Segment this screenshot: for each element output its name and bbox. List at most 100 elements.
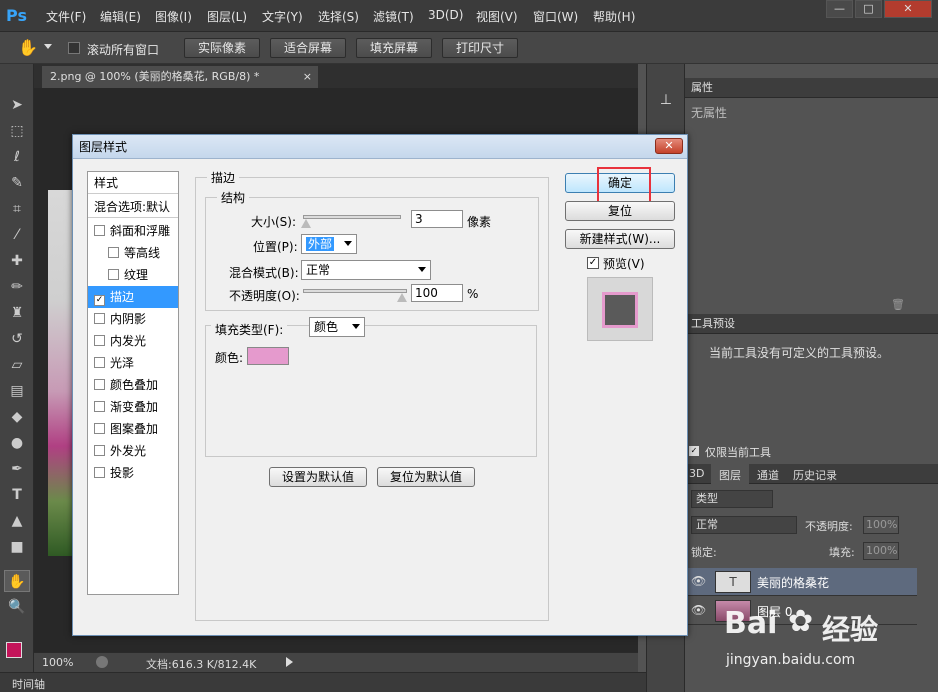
minimize-button[interactable]: — <box>826 0 853 18</box>
hand-tool-icon[interactable]: ✋ <box>4 570 30 592</box>
style-list-item[interactable]: 样式 <box>88 172 178 194</box>
set-default-button[interactable]: 设置为默认值 <box>269 467 367 487</box>
style-checkbox[interactable] <box>94 423 105 434</box>
style-checkbox[interactable] <box>108 247 119 258</box>
gradient-tool-icon[interactable]: ▤ <box>4 380 30 402</box>
brush-tool-icon[interactable]: ✏ <box>4 276 30 298</box>
layer-filter-select[interactable]: 类型 <box>691 490 773 508</box>
healing-tool-icon[interactable]: ✚ <box>4 250 30 272</box>
blend-mode-select[interactable]: 正常 <box>691 516 797 534</box>
reset-button[interactable]: 复位 <box>565 201 675 221</box>
style-list-item[interactable]: 纹理 <box>88 264 178 286</box>
menu-help[interactable]: 帮助(H) <box>593 8 635 25</box>
crop-tool-icon[interactable]: ⌗ <box>4 198 30 220</box>
close-icon[interactable]: × <box>303 66 312 88</box>
layer-name[interactable]: 美丽的格桑花 <box>757 574 829 591</box>
scroll-all-checkbox[interactable] <box>68 42 80 54</box>
style-list-item[interactable]: 光泽 <box>88 352 178 374</box>
foreground-color-swatch[interactable] <box>6 642 22 658</box>
size-field[interactable]: 3 <box>411 210 463 228</box>
style-list-item[interactable]: ✓ 描边 <box>88 286 178 308</box>
eye-icon[interactable]: 👁 <box>691 574 706 588</box>
style-checkbox[interactable] <box>94 445 105 456</box>
tab-layers[interactable]: 图层 <box>711 464 749 484</box>
maximize-button[interactable]: □ <box>855 0 882 18</box>
shape-tool-icon[interactable]: ■ <box>4 536 30 558</box>
pen-tool-icon[interactable]: ✒ <box>4 458 30 480</box>
opacity-slider-thumb[interactable] <box>397 293 407 302</box>
document-tab[interactable]: 2.png @ 100% (美丽的格桑花, RGB/8) * × <box>42 66 318 88</box>
style-checkbox[interactable] <box>108 269 119 280</box>
eyedropper-tool-icon[interactable]: ⁄ <box>4 224 30 246</box>
style-list-item[interactable]: 图案叠加 <box>88 418 178 440</box>
layer-row[interactable]: 👁 T 美丽的格桑花 <box>685 568 917 596</box>
properties-panel-title[interactable]: 属性 <box>685 78 938 98</box>
trash-icon[interactable]: 🗑 <box>891 298 905 311</box>
menu-window[interactable]: 窗口(W) <box>533 8 578 25</box>
style-checkbox[interactable] <box>94 357 105 368</box>
menu-file[interactable]: 文件(F) <box>46 8 86 25</box>
menu-3d[interactable]: 3D(D) <box>428 8 463 22</box>
style-checkbox[interactable] <box>94 401 105 412</box>
menu-type[interactable]: 文字(Y) <box>262 8 303 25</box>
style-checkbox[interactable] <box>94 335 105 346</box>
style-list-item[interactable]: 投影 <box>88 462 178 484</box>
zoom-level[interactable]: 100% <box>42 656 73 669</box>
dialog-close-button[interactable]: ✕ <box>655 138 683 154</box>
actual-pixels-button[interactable]: 实际像素 <box>184 38 260 58</box>
size-slider[interactable] <box>303 215 401 219</box>
stamp-tool-icon[interactable]: ♜ <box>4 302 30 324</box>
tool-presets-title[interactable]: 工具预设 <box>685 314 938 334</box>
new-style-button[interactable]: 新建样式(W)... <box>565 229 675 249</box>
size-slider-thumb[interactable] <box>300 219 311 228</box>
style-list-item[interactable]: 斜面和浮雕 <box>88 220 178 242</box>
fill-type-select[interactable]: 颜色 <box>309 317 365 337</box>
history-brush-icon[interactable]: ↺ <box>4 328 30 350</box>
menu-view[interactable]: 视图(V) <box>476 8 518 25</box>
blur-tool-icon[interactable]: ◆ <box>4 406 30 428</box>
chevron-down-icon[interactable] <box>44 44 52 49</box>
fit-screen-button[interactable]: 适合屏幕 <box>270 38 346 58</box>
style-list-item[interactable]: 等高线 <box>88 242 178 264</box>
marquee-tool-icon[interactable]: ⬚ <box>4 120 30 142</box>
style-checkbox[interactable] <box>94 313 105 324</box>
play-icon[interactable] <box>286 657 293 667</box>
menu-edit[interactable]: 编辑(E) <box>100 8 141 25</box>
eraser-tool-icon[interactable]: ▱ <box>4 354 30 376</box>
opacity-field[interactable]: 100 <box>411 284 463 302</box>
fill-screen-button[interactable]: 填充屏幕 <box>356 38 432 58</box>
blend-mode-select[interactable]: 正常 <box>301 260 431 280</box>
style-checkbox[interactable] <box>94 467 105 478</box>
position-select[interactable]: 外部 <box>301 234 357 254</box>
preview-checkbox[interactable]: ✓ <box>587 257 599 269</box>
reset-default-button[interactable]: 复位为默认值 <box>377 467 475 487</box>
menu-image[interactable]: 图像(I) <box>155 8 192 25</box>
dodge-tool-icon[interactable]: ● <box>4 432 30 454</box>
lasso-tool-icon[interactable]: ℓ <box>4 146 30 168</box>
current-tool-only-checkbox[interactable]: ✓ <box>689 446 699 456</box>
style-list-item[interactable]: 内阴影 <box>88 308 178 330</box>
zoom-tool-icon[interactable]: 🔍 <box>4 596 30 618</box>
style-list-item[interactable]: 渐变叠加 <box>88 396 178 418</box>
print-size-button[interactable]: 打印尺寸 <box>442 38 518 58</box>
style-checkbox[interactable]: ✓ <box>94 295 105 306</box>
status-icon[interactable] <box>96 656 108 668</box>
tab-history[interactable]: 历史记录 <box>793 467 837 483</box>
path-select-icon[interactable]: ▲ <box>4 510 30 532</box>
timeline-label[interactable]: 时间轴 <box>12 676 45 692</box>
close-window-button[interactable]: ✕ <box>884 0 932 18</box>
stamp-panel-icon[interactable]: ⊥ <box>655 92 677 110</box>
stroke-color-swatch[interactable] <box>247 347 289 365</box>
opacity-field[interactable]: 100% <box>863 516 899 534</box>
opacity-slider[interactable] <box>303 289 407 293</box>
eye-icon[interactable]: 👁 <box>691 603 706 617</box>
type-tool-icon[interactable]: T <box>4 484 30 506</box>
move-tool-icon[interactable]: ➤ <box>4 94 30 116</box>
style-checkbox[interactable] <box>94 379 105 390</box>
style-list-item[interactable]: 内发光 <box>88 330 178 352</box>
style-list-item[interactable]: 外发光 <box>88 440 178 462</box>
menu-filter[interactable]: 滤镜(T) <box>373 8 414 25</box>
tab-channels[interactable]: 通道 <box>757 467 779 483</box>
tab-3d[interactable]: 3D <box>689 467 704 480</box>
menu-layer[interactable]: 图层(L) <box>207 8 247 25</box>
